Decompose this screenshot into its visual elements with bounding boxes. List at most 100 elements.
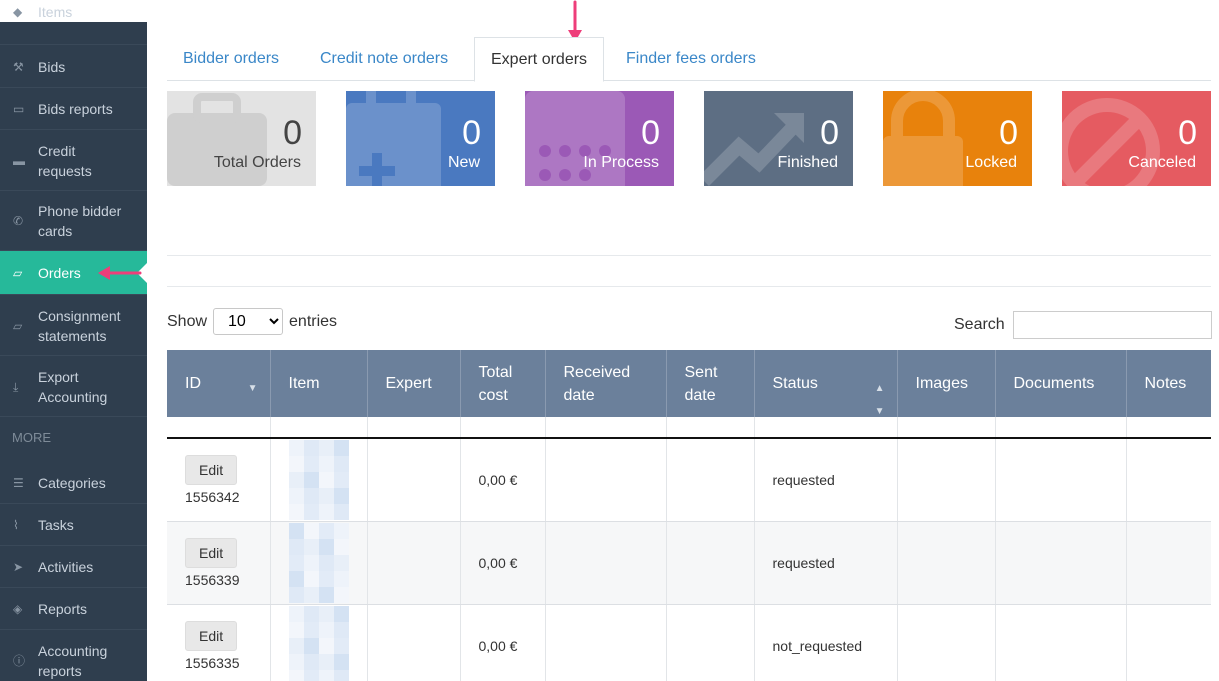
sidebar-item-label: Categories [38, 474, 106, 491]
blur-pixel [333, 471, 349, 488]
tile-value: 0 [283, 114, 302, 152]
total-cost-cell: 0,00 € [460, 604, 546, 681]
tile-label: Total Orders [213, 154, 301, 171]
blur-pixel [288, 554, 304, 571]
sidebar-item-label: Bids reports [38, 101, 113, 117]
blur-pixel [303, 471, 319, 488]
tab-expert-orders[interactable]: Expert orders [474, 37, 605, 82]
blur-pixel [333, 570, 349, 587]
sidebar-item-activities[interactable]: ➤ Activities [0, 547, 147, 588]
folder-icon: ▱ [13, 318, 23, 333]
entries-select[interactable]: 10 [213, 308, 284, 335]
item-cell [270, 521, 368, 605]
column-header-documents[interactable]: Documents [995, 350, 1127, 417]
sidebar-item-label: Bids [38, 58, 66, 75]
blur-pixel [303, 522, 319, 539]
stat-tile-total-orders: 0 Total Orders [167, 91, 316, 186]
sidebar-item-phone-bidder-cards[interactable]: ✆ Phone bidder cards [0, 192, 147, 251]
sidebar-item-items[interactable]: ◆ Items [0, 0, 147, 45]
tab-bidder-orders[interactable]: Bidder orders [167, 37, 295, 81]
column-header-expert[interactable]: Expert [367, 350, 461, 417]
blur-pixel [303, 570, 319, 587]
stat-tile-canceled: 0 Canceled [1062, 91, 1211, 186]
blur-pixel [288, 637, 304, 654]
blur-pixel [303, 439, 319, 456]
blur-pixel [303, 455, 319, 472]
blur-pixel [288, 586, 304, 603]
column-header-images[interactable]: Images [897, 350, 996, 417]
column-header-received-date[interactable]: Received date [545, 350, 667, 417]
sidebar-item-tasks[interactable]: ⌇ Tasks [0, 505, 147, 546]
blur-pixel [288, 455, 304, 472]
tile-value: 0 [999, 114, 1018, 152]
blur-pixel [318, 538, 334, 555]
edit-button[interactable]: Edit [185, 620, 238, 651]
sidebar-item-bids-reports[interactable]: ▭ Bids reports [0, 89, 147, 130]
tab-finder-fees-orders[interactable]: Finder fees orders [610, 37, 772, 81]
sidebar-item-bids[interactable]: ⚒ Bids [0, 46, 147, 88]
item-thumbnail-blurred[interactable] [288, 605, 349, 681]
column-header-id[interactable]: ID ▼ [167, 350, 271, 417]
blur-pixel [288, 503, 304, 520]
blur-pixel [318, 522, 334, 539]
blur-pixel [303, 621, 319, 638]
sort-desc-icon: ▼ [247, 383, 258, 394]
item-thumbnail-blurred[interactable] [288, 522, 349, 603]
divider [167, 255, 1211, 256]
sidebar-item-label: Items [38, 4, 73, 20]
blur-pixel [288, 653, 304, 670]
column-header-status[interactable]: Status ▲ ▼ [754, 350, 898, 417]
blur-pixel [288, 487, 304, 504]
blur-pixel [333, 455, 349, 472]
column-header-total-cost[interactable]: Total cost [460, 350, 546, 417]
tab-credit-note-orders[interactable]: Credit note orders [304, 37, 464, 81]
blur-pixel [318, 570, 334, 587]
annotation-arrow-left-icon [98, 266, 142, 280]
blur-pixel [288, 605, 304, 622]
gavel-icon: ⚒ [13, 59, 24, 74]
column-header-item[interactable]: Item [270, 350, 368, 417]
item-thumbnail-blurred[interactable] [288, 439, 349, 520]
folder-icon: ▱ [13, 265, 23, 280]
tile-label: Canceled [1128, 154, 1196, 171]
tile-label: Locked [965, 154, 1017, 171]
info-icon: ⓘ [13, 654, 26, 668]
order-id: 1556335 [185, 654, 240, 671]
order-id: 1556339 [185, 571, 240, 588]
blur-pixel [303, 653, 319, 670]
blur-pixel [288, 471, 304, 488]
edit-button[interactable]: Edit [185, 537, 238, 568]
blur-pixel [318, 653, 334, 670]
column-header-sent-date[interactable]: Sent date [666, 350, 755, 417]
column-header-notes[interactable]: Notes [1126, 350, 1211, 417]
blur-pixel [318, 554, 334, 571]
stat-tile-in-process: 0 In Process [525, 91, 674, 186]
search-input[interactable] [1012, 311, 1212, 339]
sidebar-item-consignment-statements[interactable]: ▱ Consignment statements [0, 296, 147, 356]
item-cell [270, 604, 368, 681]
expert-orders-table: ID ▼ Item Expert Total cost Received date… [167, 350, 1211, 681]
id-cell: Edit 1556342 [167, 438, 271, 522]
status-cell: requested [754, 521, 898, 605]
sidebar-item-label: Consignment statements [38, 307, 121, 344]
blur-pixel [318, 669, 334, 681]
order-tabs: Bidder orders Credit note orders Expert … [167, 37, 1211, 82]
stat-tile-finished: 0 Finished [704, 91, 853, 186]
tile-value: 0 [641, 114, 660, 152]
edit-button[interactable]: Edit [185, 454, 238, 485]
sidebar-item-reports[interactable]: ◈ Reports [0, 589, 147, 630]
blur-pixel [333, 637, 349, 654]
sidebar-item-accounting-reports[interactable]: ⓘ Accounting reports [0, 631, 147, 681]
tile-label: Finished [777, 154, 838, 171]
id-cell: Edit 1556335 [167, 604, 271, 681]
blur-pixel [333, 554, 349, 571]
id-cell: Edit 1556339 [167, 521, 271, 605]
sidebar-item-export-accounting[interactable]: ⤓ Export Accounting [0, 357, 147, 417]
sidebar-item-label: Activities [38, 559, 94, 575]
blur-pixel [303, 503, 319, 520]
sidebar-item-credit-requests[interactable]: ▬ Credit requests [0, 131, 147, 191]
tile-label: In Process [583, 154, 659, 171]
sort-both-icon: ▲ ▼ [874, 383, 885, 417]
sidebar-item-categories[interactable]: ☰ Categories [0, 462, 147, 504]
search-label: Search [954, 316, 1005, 333]
